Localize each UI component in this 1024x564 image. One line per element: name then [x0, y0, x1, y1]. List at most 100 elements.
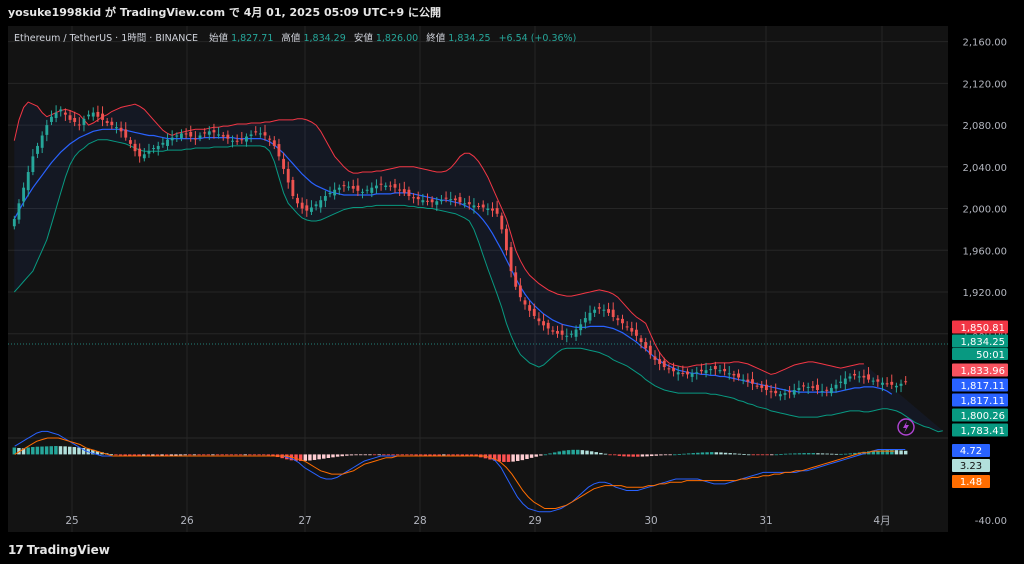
macd-histogram-bar [728, 453, 732, 455]
price-tag-label: 1,834.25 [960, 337, 1005, 348]
candle-body [161, 142, 165, 145]
candle-body [231, 140, 234, 142]
candle-body [764, 384, 768, 391]
candle-body [12, 218, 16, 227]
candle-body [68, 115, 72, 120]
macd-histogram-bar [659, 454, 663, 456]
macd-histogram-bar [58, 446, 63, 455]
macd-histogram-bar [243, 454, 247, 456]
macd-histogram-bar [414, 454, 418, 456]
macd-histogram-bar [363, 454, 368, 456]
macd-histogram-bar [419, 454, 423, 456]
candle-body [834, 384, 838, 389]
macd-histogram-bar [594, 452, 598, 455]
candle-body [500, 215, 504, 230]
candle-body [31, 156, 35, 173]
macd-histogram-bar [552, 452, 557, 455]
candle-body [333, 189, 337, 196]
candle-body [463, 203, 467, 205]
macd-histogram-bar [400, 454, 404, 456]
candle-body [593, 309, 597, 313]
macd-histogram-bar [576, 449, 580, 455]
candle-body [393, 184, 397, 188]
macd-histogram-bar [312, 454, 317, 460]
macd-histogram-bar [709, 452, 714, 455]
candle-body [426, 200, 429, 202]
candle-body [709, 369, 713, 371]
candle-body [226, 134, 230, 139]
candle-body [105, 121, 109, 124]
candle-body [551, 330, 555, 332]
macd-histogram-bar [636, 454, 640, 457]
candle-body [569, 333, 573, 335]
y-tick-label: 1,960.00 [962, 246, 1007, 257]
candle-body [310, 207, 313, 212]
candle-body [235, 140, 239, 142]
candle-body [746, 379, 750, 382]
candle-body [402, 189, 406, 193]
candle-body [17, 203, 21, 220]
publisher-header: yosuke1998kid が TradingView.com で 4月 01,… [0, 0, 1024, 26]
macd-histogram-bar [432, 454, 437, 456]
candle-body [514, 272, 518, 287]
legend: Ethereum / TetherUS · 1時間 · BINANCE 始値 1… [14, 32, 576, 44]
candle-body [45, 125, 49, 135]
macd-histogram-bar [557, 451, 562, 455]
macd-histogram-bar [783, 453, 788, 455]
candle-body [286, 168, 290, 183]
candle-body [398, 189, 402, 191]
macd-histogram-bar [534, 454, 538, 457]
candle-body [40, 135, 44, 148]
macd-histogram-bar [751, 454, 756, 456]
candle-body [96, 111, 100, 117]
macd-histogram-bar [220, 454, 224, 456]
macd-histogram-bar [830, 453, 834, 455]
candle-body [741, 379, 745, 381]
price-tag-label: 1,817.11 [960, 396, 1005, 407]
candle-body [356, 185, 360, 191]
macd-histogram-bar [451, 454, 455, 456]
candle-body [504, 228, 508, 251]
candle-body [546, 322, 550, 329]
price-tag-label: 1,817.11 [960, 381, 1005, 392]
candle-body [444, 197, 448, 199]
svg-text:Ethereum / TetherUS · 1時間 · BI: Ethereum / TetherUS · 1時間 · BINANCE 始値 1… [14, 32, 576, 44]
candle-body [323, 196, 327, 201]
macd-histogram-bar [44, 446, 49, 455]
x-tick-label: 25 [65, 515, 78, 527]
macd-histogram-bar [377, 454, 381, 456]
candle-body [792, 390, 796, 395]
macd-histogram-bar [663, 454, 668, 456]
legend-high-value: 1,834.29 [303, 33, 345, 44]
candle-body [342, 185, 346, 187]
macd-histogram-bar [442, 454, 446, 456]
macd-histogram-bar [626, 454, 631, 457]
candle-body [240, 139, 244, 141]
legend-open-value: 1,827.71 [231, 33, 273, 44]
macd-histogram-bar [317, 454, 321, 460]
candle-body [166, 139, 169, 146]
candle-body [128, 140, 132, 144]
macd-histogram-bar [437, 454, 441, 456]
y-tick-label: 2,120.00 [962, 79, 1007, 90]
chart-panel[interactable]: 2,160.00 2,120.00 2,080.00 2,040.00 2,000.00… [8, 26, 1016, 537]
candle-body [421, 200, 425, 203]
macd-histogram-bar [192, 454, 197, 456]
candle-body [857, 376, 861, 378]
candle-body [477, 206, 481, 208]
tradingview-logo-text: TradingView [26, 543, 110, 557]
tradingview-logo[interactable]: 17 TradingView [8, 543, 110, 557]
macd-histogram-bar [308, 454, 312, 461]
candle-body [848, 376, 852, 379]
candle-body [189, 131, 193, 137]
candle-body [523, 300, 527, 305]
candle-body [370, 187, 374, 193]
macd-histogram-bar [539, 454, 543, 456]
macd-histogram-bar [682, 453, 686, 455]
macd-histogram-bar [335, 454, 340, 457]
macd-histogram-bar [806, 453, 811, 455]
candle-body [59, 109, 63, 112]
macd-histogram-bar [719, 452, 723, 455]
candle-body [816, 384, 819, 391]
macd-histogram-bar [608, 454, 612, 456]
